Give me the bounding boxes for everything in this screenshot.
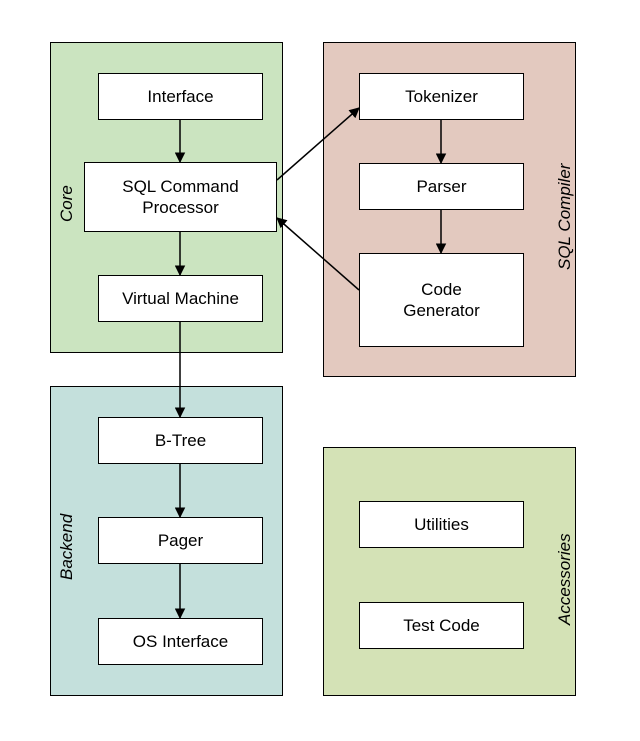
group-sqlcompiler-label: SQL Compiler <box>555 150 575 270</box>
node-tokenizer-label: Tokenizer <box>405 86 478 107</box>
node-btree: B-Tree <box>98 417 263 464</box>
node-sqlcmd-label: SQL CommandProcessor <box>122 176 239 219</box>
node-tokenizer: Tokenizer <box>359 73 524 120</box>
node-parser: Parser <box>359 163 524 210</box>
node-testcode: Test Code <box>359 602 524 649</box>
group-backend-label: Backend <box>57 500 77 580</box>
node-pager-label: Pager <box>158 530 203 551</box>
node-utilities-label: Utilities <box>414 514 469 535</box>
group-accessories-label: Accessories <box>555 515 575 625</box>
node-vm-label: Virtual Machine <box>122 288 239 309</box>
node-pager: Pager <box>98 517 263 564</box>
node-utilities: Utilities <box>359 501 524 548</box>
node-parser-label: Parser <box>416 176 466 197</box>
node-osif: OS Interface <box>98 618 263 665</box>
node-testcode-label: Test Code <box>403 615 480 636</box>
architecture-diagram: Core SQL Compiler Backend Accessories In… <box>0 0 640 741</box>
node-codegen-label: CodeGenerator <box>403 279 480 322</box>
group-core-label: Core <box>57 172 77 222</box>
node-sqlcmd: SQL CommandProcessor <box>84 162 277 232</box>
node-btree-label: B-Tree <box>155 430 206 451</box>
node-codegen: CodeGenerator <box>359 253 524 347</box>
node-interface-label: Interface <box>147 86 213 107</box>
group-accessories <box>323 447 576 696</box>
node-vm: Virtual Machine <box>98 275 263 322</box>
node-interface: Interface <box>98 73 263 120</box>
node-osif-label: OS Interface <box>133 631 228 652</box>
